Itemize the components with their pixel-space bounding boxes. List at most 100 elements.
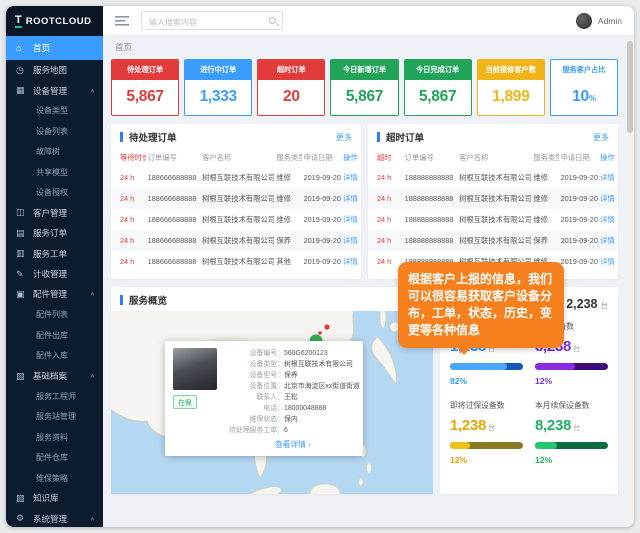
scrollbar[interactable]	[626, 36, 634, 527]
table-row: 24 h188888888888树根互联技术有限公司维修2019-09-20详情	[368, 188, 618, 209]
sidebar-item-maintenance-policy[interactable]: 维保策略	[6, 468, 103, 488]
sidebar-item-label: 配件列表	[36, 309, 68, 320]
sidebar-item-parts-outbound[interactable]: 配件出库	[6, 325, 103, 345]
stat-card-label: 服务客户占比	[551, 60, 617, 80]
column-header: 操作	[341, 149, 361, 167]
sidebar-item-parts-management[interactable]: 配件管理	[6, 284, 103, 304]
table-row: 24 h188666688888树根互联技术有限公司维修2019-09-20详情	[111, 209, 361, 230]
sidebar-item-knowledge-base[interactable]: 知识库	[6, 488, 103, 508]
sidebar-item-label: 服务地图	[33, 64, 67, 76]
sidebar-item-system-management[interactable]: 系统管理	[6, 509, 103, 527]
stat-card-today-new-orders[interactable]: 今日新增订单 5,867	[330, 59, 398, 116]
device-field: 设备编号560G6200123	[226, 348, 360, 359]
sidebar-item-label: 服务资料	[36, 432, 68, 443]
sidebar-item-basic-archives[interactable]: 基础档案	[6, 366, 103, 386]
sidebar-item-billing-management[interactable]: 计收管理	[6, 264, 103, 284]
sidebar-item-device-type[interactable]: 设备类型	[6, 101, 103, 121]
customer-name: 树根互联技术有限公司	[200, 251, 274, 272]
billing-icon	[16, 269, 27, 280]
detail-link[interactable]: 详情	[598, 209, 618, 230]
service-type: 维修	[531, 188, 558, 209]
search-input[interactable]	[142, 14, 282, 31]
order-number: 188666688888	[146, 188, 200, 209]
more-link[interactable]: 更多	[336, 132, 352, 143]
sidebar-item-service-station[interactable]: 服务站管理	[6, 407, 103, 427]
column-header: 操作	[598, 149, 618, 167]
order-number: 188888888888	[403, 209, 457, 230]
sidebar-item-label: 配件出库	[36, 330, 68, 341]
sidebar-item-service-map[interactable]: 服务地图	[6, 60, 103, 80]
search-box[interactable]	[141, 11, 283, 30]
gear-icon	[16, 513, 27, 524]
knowledge-base-icon	[16, 493, 27, 504]
wait-time: 24 h	[111, 251, 146, 272]
apply-date: 2019-09-20	[302, 167, 342, 188]
customer-name: 树根互联技术有限公司	[457, 167, 531, 188]
apply-date: 2019-09-20	[302, 209, 342, 230]
stat-card-pending-orders[interactable]: 待处理订单 5,867	[111, 59, 179, 116]
stat-card-today-completed-orders[interactable]: 今日完成订单 5,867	[404, 59, 472, 116]
sidebar-item-service-tickets[interactable]: 服务工单	[6, 244, 103, 264]
stat-card-overtime-orders[interactable]: 超时订单 20	[257, 59, 325, 116]
column-header: 超时	[368, 149, 403, 167]
detail-link[interactable]: 详情	[598, 251, 618, 272]
breadcrumb-item[interactable]: 首页	[115, 41, 132, 53]
sidebar-item-fault-tree[interactable]: 故障树	[6, 142, 103, 162]
table-header-row: 超时 订单编号 客户名称 服务类型 申请日期 操作	[368, 149, 618, 167]
stat-card-service-customer-ratio[interactable]: 服务客户占比 10%	[550, 59, 618, 116]
detail-link[interactable]: 详情	[341, 230, 361, 251]
sidebar-item-label: 客户管理	[33, 207, 67, 219]
sidebar-item-label: 配件入库	[36, 350, 68, 361]
overtime-orders-table: 超时 订单编号 客户名称 服务类型 申请日期 操作 24 h1888888888…	[368, 149, 618, 272]
sidebar-item-service-engineer[interactable]: 服务工程师	[6, 386, 103, 406]
stat-card-repair-customers[interactable]: 当前报修客户数 1,899	[477, 59, 545, 116]
scrollbar-thumb[interactable]	[627, 41, 633, 133]
logo-icon: T	[15, 15, 22, 28]
detail-link[interactable]: 详情	[598, 230, 618, 251]
detail-link[interactable]: 详情	[341, 251, 361, 272]
sidebar-nav: 首页 服务地图 设备管理 设备类型 设备列表 故障树 共享模型 设备授权 客户管…	[6, 36, 103, 527]
progress-bar	[450, 442, 523, 449]
table-row: 24 h188888888888树根互联技术有限公司维修2019-09-20详情	[368, 167, 618, 188]
stat-cards-row: 待处理订单 5,867 进行中订单 1,333 超时订单 20 今日新增订单 5…	[111, 59, 618, 116]
collapse-menu-icon[interactable]	[115, 16, 129, 26]
detail-link[interactable]: 详情	[598, 188, 618, 209]
app-logo[interactable]: T ROOTCLOUD	[6, 6, 103, 36]
sidebar-item-home[interactable]: 首页	[6, 36, 103, 60]
chevron-up-icon	[90, 373, 95, 379]
sidebar-item-parts-warehouse[interactable]: 配件仓库	[6, 447, 103, 467]
sidebar-item-parts-list[interactable]: 配件列表	[6, 305, 103, 325]
detail-link[interactable]: 详情	[341, 167, 361, 188]
detail-link[interactable]: 详情	[341, 188, 361, 209]
sidebar-item-label: 设备授权	[36, 187, 68, 198]
sidebar-item-service-material[interactable]: 服务资料	[6, 427, 103, 447]
detail-link[interactable]: 详情	[341, 209, 361, 230]
service-map[interactable]: 在保 设备编号560G6200123 设备类型树根互联技术有限公司 设备型号保养…	[111, 311, 433, 494]
stat-card-in-progress-orders[interactable]: 进行中订单 1,333	[184, 59, 252, 116]
sidebar-item-device-list[interactable]: 设备列表	[6, 121, 103, 141]
chevron-up-icon	[90, 87, 95, 93]
sidebar-item-device-management[interactable]: 设备管理	[6, 80, 103, 100]
table-row: 24 h188888888888树根互联技术有限公司保养2019-09-20详情	[368, 230, 618, 251]
service-overview-panel: 服务概览	[111, 287, 433, 494]
detail-link[interactable]: 详情	[598, 167, 618, 188]
user-menu[interactable]: Admin	[576, 13, 622, 29]
stat-card-value: 1,899	[478, 80, 544, 115]
service-type: 保养	[531, 230, 558, 251]
sidebar-item-device-authorization[interactable]: 设备授权	[6, 182, 103, 202]
stat-card-value: 5,867	[405, 80, 471, 115]
device-field: 设备型号保养	[226, 370, 360, 381]
panel-title: 超时订单	[377, 130, 424, 144]
sidebar-item-shared-model[interactable]: 共享模型	[6, 162, 103, 182]
sidebar-item-customer-management[interactable]: 客户管理	[6, 203, 103, 223]
sidebar-item-parts-inbound[interactable]: 配件入库	[6, 345, 103, 365]
more-link[interactable]: 更多	[593, 132, 609, 143]
view-detail-link[interactable]: 查看详情 ›	[226, 439, 360, 450]
stat-card-label: 今日新增订单	[331, 60, 397, 80]
sidebar-item-service-orders[interactable]: 服务订单	[6, 223, 103, 243]
search-icon[interactable]	[269, 17, 276, 24]
avatar[interactable]	[576, 13, 592, 29]
sidebar-item-label: 配件仓库	[36, 452, 68, 463]
table-row: 24 h188888888888树根互联技术有限公司维修2019-09-20详情	[368, 209, 618, 230]
column-header: 申请日期	[302, 149, 342, 167]
